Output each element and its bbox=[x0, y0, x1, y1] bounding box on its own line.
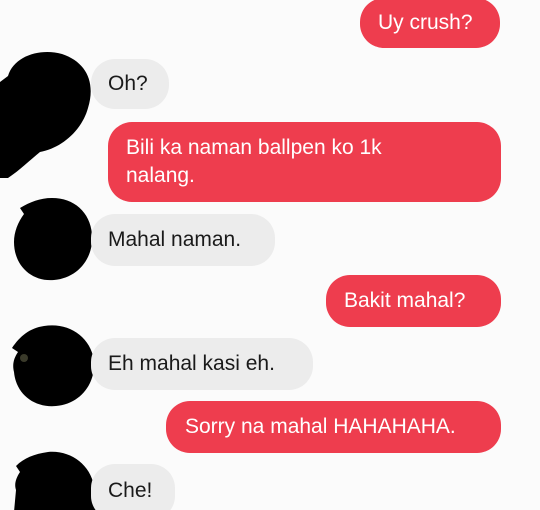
outgoing-message[interactable]: Sorry na mahal HAHAHAHA. bbox=[166, 401, 501, 453]
message-text: Uy crush? bbox=[378, 11, 473, 34]
message-text: Mahal naman. bbox=[108, 228, 242, 251]
outgoing-message[interactable]: Bili ka naman ballpen ko 1k nalang. bbox=[108, 122, 501, 202]
message-text: Oh? bbox=[108, 72, 148, 95]
redacted-avatar-icon[interactable] bbox=[12, 450, 96, 510]
message-text-line: Bili ka naman ballpen ko 1k bbox=[126, 136, 382, 159]
message-text: Eh mahal kasi eh. bbox=[108, 352, 275, 375]
redacted-avatar-icon[interactable] bbox=[0, 48, 100, 178]
message-text: Che! bbox=[108, 479, 153, 502]
outgoing-message[interactable]: Uy crush? bbox=[360, 0, 500, 48]
incoming-message[interactable]: Che! bbox=[91, 464, 175, 510]
redacted-avatar-icon[interactable] bbox=[10, 322, 96, 408]
redacted-avatar-icon[interactable] bbox=[12, 196, 94, 282]
message-text: Sorry na mahal HAHAHAHA. bbox=[185, 415, 456, 438]
chat-thread: Uy crush? Oh? Bili ka naman ballpen ko 1… bbox=[0, 0, 540, 510]
message-text-line: nalang. bbox=[126, 164, 195, 187]
outgoing-message[interactable]: Bakit mahal? bbox=[326, 275, 501, 327]
incoming-message[interactable]: Mahal naman. bbox=[91, 214, 275, 266]
message-text: Bakit mahal? bbox=[344, 289, 466, 312]
incoming-message[interactable]: Oh? bbox=[91, 59, 169, 109]
incoming-message[interactable]: Eh mahal kasi eh. bbox=[91, 338, 313, 390]
